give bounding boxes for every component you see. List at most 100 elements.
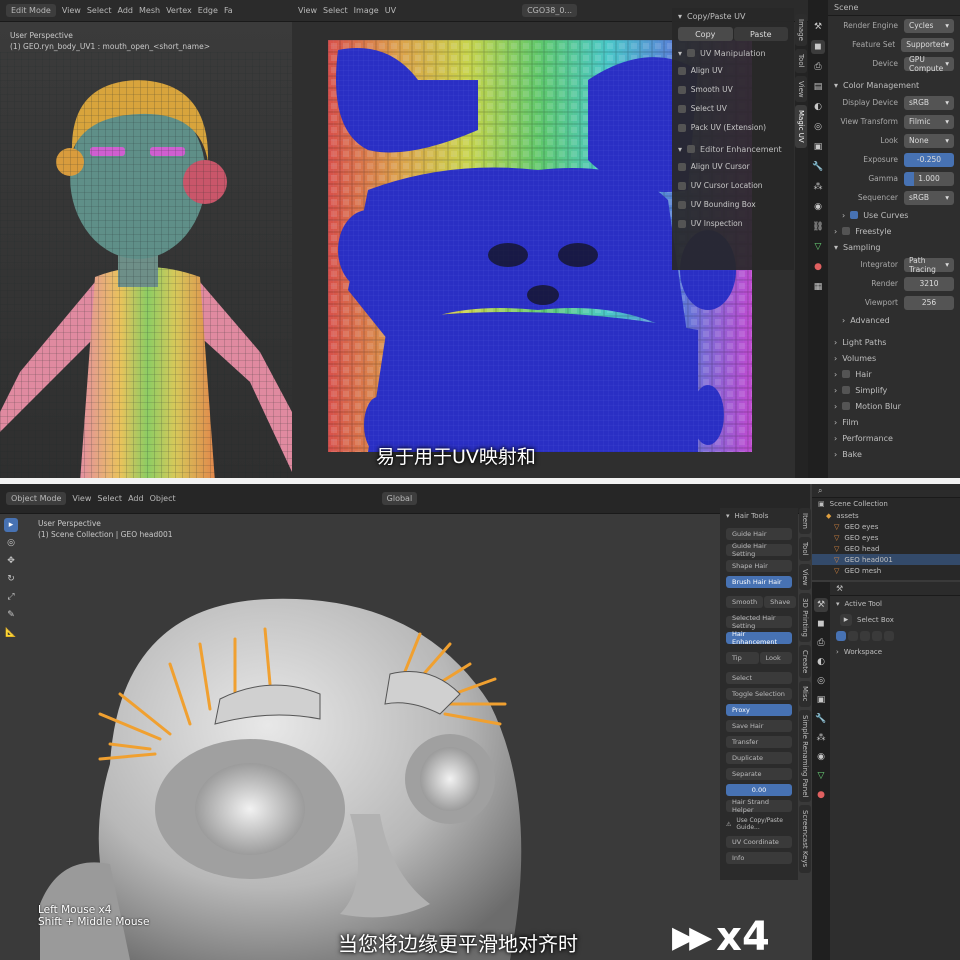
select-box-tool[interactable]: ▸ Select Box — [830, 612, 960, 628]
texture-icon[interactable]: ▦ — [811, 280, 825, 294]
uv-menu-image[interactable]: Image — [354, 6, 379, 15]
workspace-section[interactable]: › Workspace — [830, 644, 960, 660]
guide-hair-setting-button[interactable]: Guide Hair Setting — [726, 542, 792, 558]
scene-icon[interactable]: ◐ — [814, 655, 828, 669]
copy-button[interactable]: Copy — [678, 27, 733, 41]
rotate-icon[interactable]: ↻ — [4, 572, 18, 586]
menu-add[interactable]: Add — [118, 6, 134, 15]
measure-icon[interactable]: 📐 — [4, 626, 18, 640]
feature-set-dropdown[interactable]: Supported ▾ — [901, 37, 954, 52]
info-button[interactable]: Info — [726, 852, 792, 864]
sampling-section[interactable]: ▾ Sampling — [828, 239, 960, 255]
paste-button[interactable]: Paste — [733, 27, 788, 41]
value-field[interactable]: 0.00 — [726, 784, 792, 796]
render-samples-field[interactable]: 3210 — [904, 276, 954, 291]
uv-cursor-location-row[interactable]: UV Cursor Location — [672, 176, 794, 195]
scene-icon[interactable]: ◐ — [811, 100, 825, 114]
exposure-slider[interactable]: -0.250 — [904, 152, 954, 167]
move-icon[interactable]: ✥ — [4, 554, 18, 568]
image-selector[interactable]: CGO38_0... — [522, 4, 578, 17]
tab-magic-uv[interactable]: Magic UV — [795, 105, 807, 148]
tab-image[interactable]: Image — [795, 14, 807, 46]
view-layer-icon[interactable]: ▤ — [811, 80, 825, 94]
shape-hair-button[interactable]: Shape Hair — [726, 560, 792, 572]
outliner-item[interactable]: ◆ assets — [812, 510, 960, 521]
select-uv-row[interactable]: Select UV — [672, 99, 794, 118]
smooth-uv-row[interactable]: Smooth UV — [672, 80, 794, 99]
device-dropdown[interactable]: GPU Compute ▾ — [904, 55, 954, 73]
proxy-button[interactable]: Proxy — [726, 704, 792, 716]
tool-icon[interactable]: ⚒ — [814, 598, 828, 612]
render-icon[interactable]: ◼ — [814, 617, 828, 631]
particles-icon[interactable]: ⁂ — [811, 180, 825, 194]
duplicate-button[interactable]: Duplicate — [726, 752, 792, 764]
uv-coordinate-button[interactable]: UV Coordinate — [726, 836, 792, 848]
sequencer-dropdown[interactable]: sRGB ▾ — [904, 190, 954, 205]
tab-tool[interactable]: Tool — [795, 48, 807, 73]
uv-inspection-row[interactable]: UV Inspection — [672, 214, 794, 233]
tab-view[interactable]: View — [795, 75, 807, 103]
intersect-mode-icon[interactable] — [884, 631, 894, 641]
tab-misc[interactable]: Misc — [799, 681, 811, 707]
tab-item[interactable]: Item — [799, 508, 811, 534]
hair-strand-helper-button[interactable]: Hair Strand Helper — [726, 798, 792, 814]
outliner-item[interactable]: ▽ GEO eyes — [812, 532, 960, 543]
freestyle-section[interactable]: › Freestyle — [828, 223, 960, 239]
extend-mode-icon[interactable] — [848, 631, 858, 641]
separate-button[interactable]: Separate — [726, 768, 792, 780]
object-mode-dropdown[interactable]: Object Mode — [6, 492, 67, 505]
align-uv-cursor-row[interactable]: Align UV Cursor — [672, 157, 794, 176]
output-icon[interactable]: ⎙ — [811, 60, 825, 74]
constraints-icon[interactable]: ⛓ — [811, 220, 825, 234]
align-uv-row[interactable]: Align UV — [672, 61, 794, 80]
render-icon[interactable]: ◼ — [811, 40, 825, 54]
uv-bounding-box-row[interactable]: UV Bounding Box — [672, 195, 794, 214]
physics-icon[interactable]: ◉ — [814, 750, 828, 764]
menu-object[interactable]: Object — [150, 494, 176, 503]
pack-uv-row[interactable]: Pack UV (Extension) — [672, 118, 794, 137]
object-icon[interactable]: ▣ — [811, 140, 825, 154]
shave-button[interactable]: Shave — [764, 596, 797, 608]
modifier-icon[interactable]: 🔧 — [814, 712, 828, 726]
annotate-icon[interactable]: ✎ — [4, 608, 18, 622]
look-dropdown[interactable]: None ▾ — [904, 133, 954, 148]
menu-mesh[interactable]: Mesh — [139, 6, 160, 15]
scale-icon[interactable]: ⤢ — [4, 590, 18, 604]
object-icon[interactable]: ▣ — [814, 693, 828, 707]
outliner-item[interactable]: ▽ GEO mesh — [812, 565, 960, 576]
integrator-dropdown[interactable]: Path Tracing ▾ — [904, 256, 954, 274]
tab-create[interactable]: Create — [799, 645, 811, 679]
particles-icon[interactable]: ⁂ — [814, 731, 828, 745]
menu-select[interactable]: Select — [97, 494, 122, 503]
save-hair-button[interactable]: Save Hair — [726, 720, 792, 732]
material-icon[interactable]: ● — [814, 788, 828, 802]
output-icon[interactable]: ⎙ — [814, 636, 828, 650]
cursor-icon[interactable]: ◎ — [4, 536, 18, 550]
select-button[interactable]: Select — [726, 672, 792, 684]
smooth-button[interactable]: Smooth — [726, 596, 764, 608]
world-icon[interactable]: ◎ — [814, 674, 828, 688]
tab-3d-printing[interactable]: 3D Printing — [799, 593, 811, 643]
advanced-section[interactable]: › Advanced — [828, 312, 960, 328]
modifier-icon[interactable]: 🔧 — [811, 160, 825, 174]
view-transform-dropdown[interactable]: Filmic ▾ — [904, 114, 954, 129]
menu-select[interactable]: Select — [87, 6, 112, 15]
menu-edge[interactable]: Edge — [198, 6, 218, 15]
menu-vertex[interactable]: Vertex — [166, 6, 192, 15]
menu-add[interactable]: Add — [128, 494, 144, 503]
uv-menu-uv[interactable]: UV — [385, 6, 396, 15]
performance-section[interactable]: › Performance — [828, 430, 960, 446]
uv-menu-view[interactable]: View — [298, 6, 317, 15]
simplify-section[interactable]: › Simplify — [828, 382, 960, 398]
subtract-mode-icon[interactable] — [860, 631, 870, 641]
toggle-selection-button[interactable]: Toggle Selection — [726, 688, 792, 700]
guide-hair-button[interactable]: Guide Hair — [726, 528, 792, 540]
outliner-item[interactable]: ▽ GEO head001 — [812, 554, 960, 565]
display-device-dropdown[interactable]: sRGB ▾ — [904, 95, 954, 110]
uv-manipulation-checkbox[interactable] — [687, 49, 696, 57]
mode-dropdown[interactable]: Edit Mode — [6, 4, 56, 17]
search-icon[interactable]: ⌕ — [818, 486, 822, 496]
tab-simple-renaming[interactable]: Simple Renaming Panel — [799, 709, 811, 803]
outliner-item[interactable]: ▽ GEO eyes — [812, 521, 960, 532]
tip-button[interactable]: Tip — [726, 652, 759, 664]
